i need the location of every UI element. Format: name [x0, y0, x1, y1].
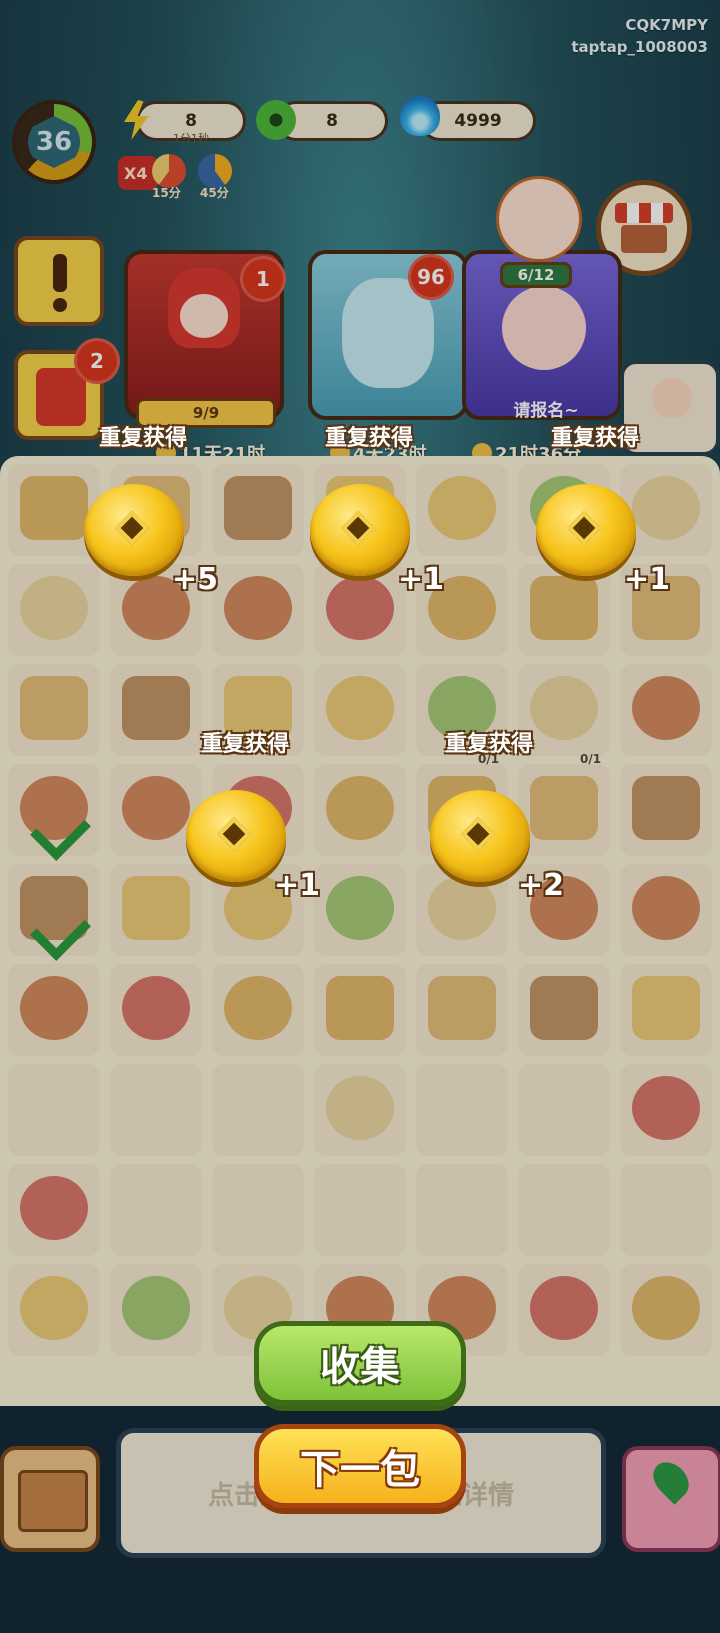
reward-label: 重复获得: [200, 732, 289, 757]
reward-count: +2: [518, 868, 565, 903]
reward-label: 重复获得: [98, 426, 187, 451]
collect-button[interactable]: 收集: [254, 1321, 466, 1405]
reward-label: 重复获得: [324, 426, 413, 451]
copper-coin-icon: [310, 484, 410, 576]
reward-label: 重复获得: [550, 426, 639, 451]
copper-coin-icon: [536, 484, 636, 576]
reward-count: +1: [398, 562, 445, 597]
copper-coin-icon: [430, 790, 530, 882]
copper-coin-icon: [186, 790, 286, 882]
reward-label: 重复获得: [444, 732, 533, 757]
game-screen: CQK7MPY taptap_1008003 36 8 1分1秒 8 4999 …: [0, 0, 720, 1633]
reward-count: +1: [624, 562, 671, 597]
next-pack-button[interactable]: 下一包: [254, 1424, 466, 1508]
copper-coin-icon: [84, 484, 184, 576]
reward-count: +5: [172, 562, 219, 597]
reward-count: +1: [274, 868, 321, 903]
